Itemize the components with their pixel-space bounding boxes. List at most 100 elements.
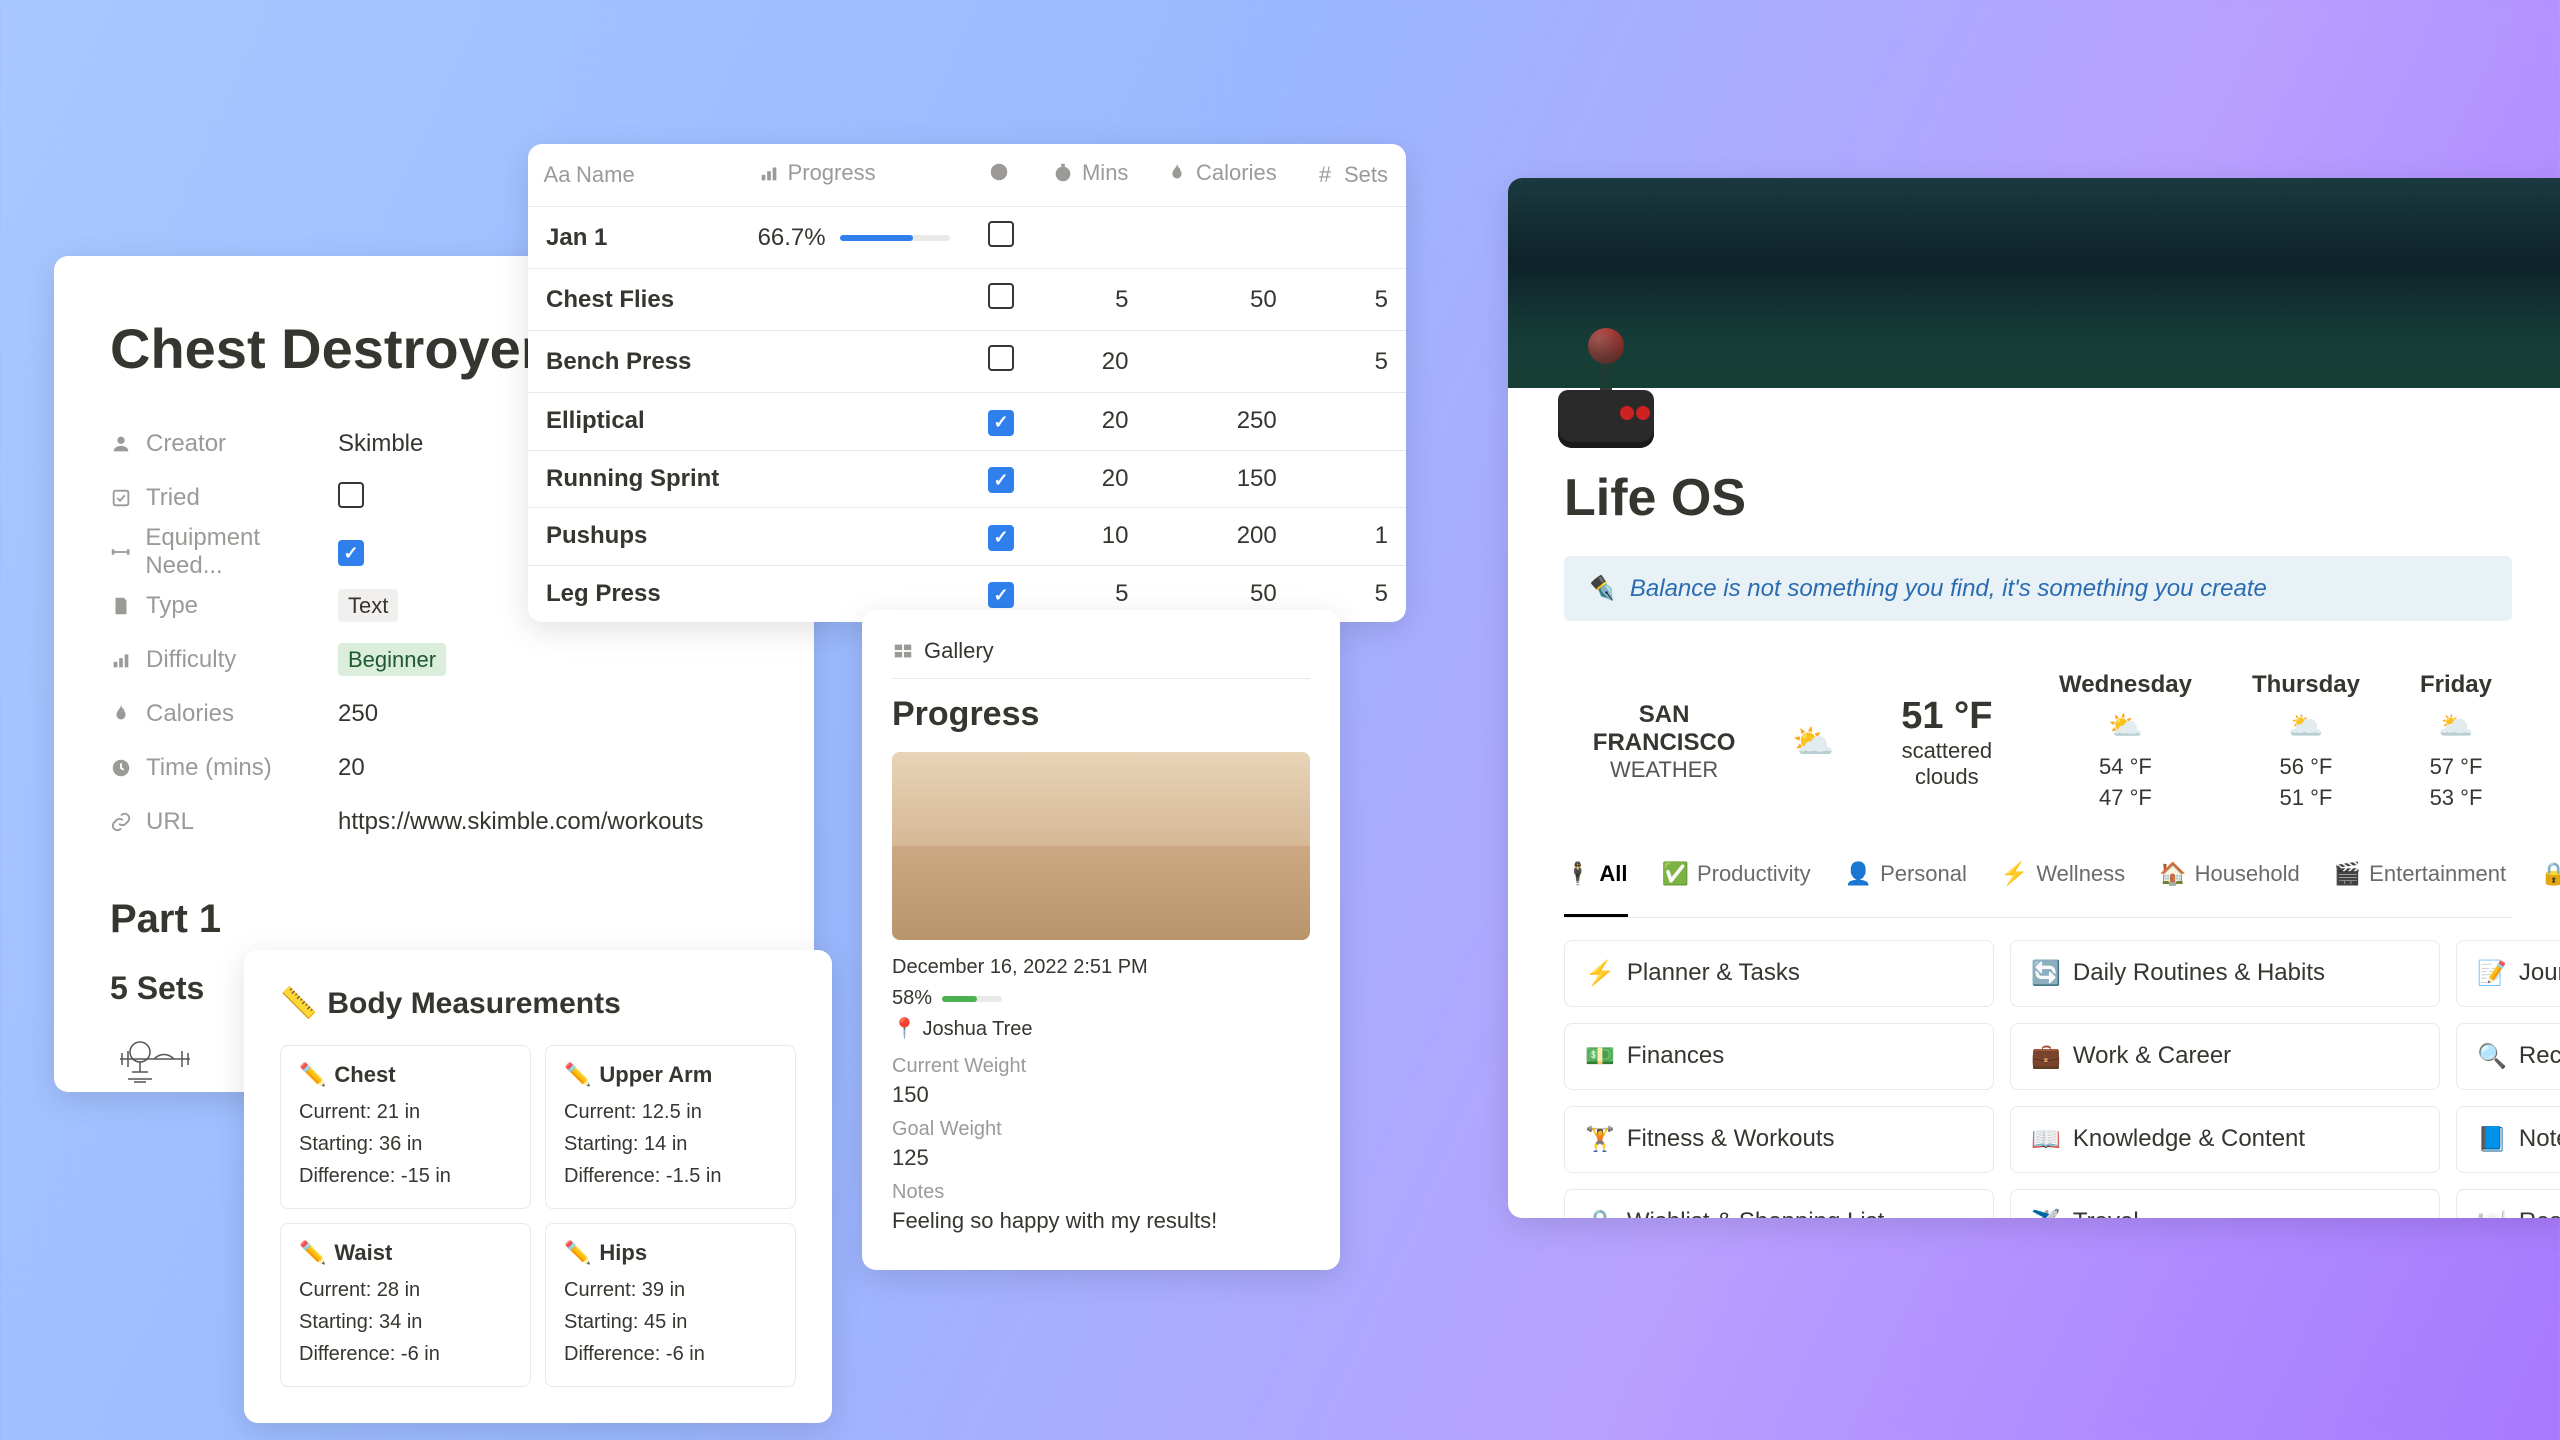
life-tab[interactable]: 🔒Out & About [2540, 848, 2560, 917]
life-tile[interactable]: 🍽️Restauran [2456, 1189, 2560, 1218]
done-checkbox[interactable] [988, 467, 1014, 493]
col-mins[interactable]: Mins [1033, 144, 1147, 207]
life-tab[interactable]: ✅Productivity [1662, 848, 1811, 917]
life-banner [1508, 178, 2560, 388]
life-tile[interactable]: 💼Work & Career [2010, 1023, 2440, 1090]
life-tab[interactable]: 👤Personal [1845, 848, 1967, 917]
prop-url: URL https://www.skimble.com/workouts [110, 795, 758, 849]
done-checkbox[interactable] [988, 582, 1014, 608]
table-row[interactable]: Bench Press205 [528, 331, 1406, 393]
tile-icon: 📝 [2477, 959, 2507, 988]
tried-checkbox[interactable] [338, 482, 364, 508]
tile-icon: 🔍 [2477, 1042, 2507, 1071]
person-icon [110, 433, 132, 455]
time-value[interactable]: 20 [338, 754, 365, 782]
life-tile[interactable]: 💵Finances [1564, 1023, 1994, 1090]
stopwatch-icon [1052, 162, 1074, 184]
measure-card[interactable]: ✏️Hips Current: 39 inStarting: 45 inDiff… [545, 1223, 796, 1387]
life-tile[interactable]: 📖Knowledge & Content [2010, 1106, 2440, 1173]
forecast-day: Wednesday⛅54 °F47 °F [2059, 671, 2192, 814]
measure-card[interactable]: ✏️Chest Current: 21 inStarting: 36 inDif… [280, 1045, 531, 1209]
tab-icon: 🎬 [2334, 861, 2361, 887]
hash-icon: # [1314, 164, 1336, 186]
table-row[interactable]: Chest Flies5505 [528, 269, 1406, 331]
tile-icon: ✈️ [2031, 1208, 2061, 1218]
forecast-day: Thursday🌥️56 °F51 °F [2252, 671, 2360, 814]
link-icon [110, 811, 132, 833]
life-tile[interactable]: 🏋️Fitness & Workouts [1564, 1106, 1994, 1173]
progress-location: 📍 Joshua Tree [892, 1016, 1310, 1041]
life-tile[interactable]: ✈️Travel [2010, 1189, 2440, 1218]
flame-icon [1166, 162, 1188, 184]
measure-card[interactable]: ✏️Waist Current: 28 inStarting: 34 inDif… [280, 1223, 531, 1387]
text-icon: Aa [546, 164, 568, 186]
bars-icon [110, 649, 132, 671]
measure-card[interactable]: ✏️Upper Arm Current: 12.5 inStarting: 14… [545, 1045, 796, 1209]
dumbbell-icon [110, 541, 131, 563]
barbell-illustration [110, 1027, 220, 1097]
equipment-checkbox[interactable] [338, 540, 364, 566]
weather-condition: scattered clouds [1883, 738, 2011, 790]
life-tile[interactable]: 📝Journal & [2456, 940, 2560, 1007]
life-tab[interactable]: 🕴️All [1564, 848, 1628, 917]
table-row[interactable]: Jan 166.7% [528, 207, 1406, 269]
body-title: 📏Body Measurements [280, 986, 796, 1021]
progress-photo[interactable] [892, 752, 1310, 940]
col-sets[interactable]: #Sets [1295, 144, 1406, 207]
col-name[interactable]: AaName [528, 144, 740, 207]
weather-city: SAN FRANCISCO [1584, 701, 1744, 757]
prop-difficulty: Difficulty Beginner [110, 633, 758, 687]
tile-icon: 🏋️ [1585, 1125, 1615, 1154]
table-row[interactable]: Elliptical20250 [528, 393, 1406, 451]
life-tile[interactable]: 📘Notebook [2456, 1106, 2560, 1173]
tile-icon: 🔄 [2031, 959, 2061, 988]
goal-weight-label: Goal Weight [892, 1118, 1310, 1141]
pencil-icon: ✏️ [564, 1240, 591, 1266]
progress-gallery-card: Gallery Progress December 16, 2022 2:51 … [862, 610, 1340, 1270]
life-tab[interactable]: ⚡Wellness [2001, 848, 2125, 917]
workout-table-card: AaName Progress Mins Calories #Sets Jan … [528, 144, 1406, 622]
life-os-card: Life OS ✒️ Balance is not something you … [1508, 178, 2560, 1218]
gallery-title: Progress [892, 695, 1310, 734]
tab-icon: 🔒 [2540, 861, 2560, 887]
done-checkbox[interactable] [988, 345, 1014, 371]
prop-time: Time (mins) 20 [110, 741, 758, 795]
done-checkbox[interactable] [988, 221, 1014, 247]
tab-icon: ✅ [1662, 861, 1689, 887]
creator-value[interactable]: Skimble [338, 430, 423, 458]
workout-table: AaName Progress Mins Calories #Sets Jan … [528, 144, 1406, 622]
progress-percent: 58% [892, 987, 1310, 1010]
life-tile[interactable]: 🔒Wishlist & Shopping List [1564, 1189, 1994, 1218]
gallery-tab[interactable]: Gallery [892, 638, 1310, 679]
joystick-icon [1558, 328, 1654, 448]
current-weight-value: 150 [892, 1082, 1310, 1108]
col-calories[interactable]: Calories [1146, 144, 1294, 207]
notes-value: Feeling so happy with my results! [892, 1208, 1310, 1234]
tab-icon: 👤 [1845, 861, 1872, 887]
done-checkbox[interactable] [988, 525, 1014, 551]
part-heading: Part 1 [110, 897, 758, 942]
tile-icon: 💼 [2031, 1042, 2061, 1071]
url-value[interactable]: https://www.skimble.com/workouts [338, 808, 703, 836]
done-checkbox[interactable] [988, 283, 1014, 309]
quote-icon: ✒️ [1586, 574, 1616, 603]
checkbox-icon [110, 487, 132, 509]
life-tab[interactable]: 🎬Entertainment [2334, 848, 2506, 917]
difficulty-tag[interactable]: Beginner [338, 643, 446, 676]
table-row[interactable]: Running Sprint20150 [528, 450, 1406, 508]
done-checkbox[interactable] [988, 410, 1014, 436]
weather-widget: SAN FRANCISCO WEATHER ⛅ 51 °F scattered … [1564, 661, 2512, 848]
gallery-icon [892, 640, 914, 662]
table-row[interactable]: Pushups102001 [528, 508, 1406, 566]
life-tab[interactable]: 🏠Household [2159, 848, 2300, 917]
life-tile[interactable]: 🔄Daily Routines & Habits [2010, 940, 2440, 1007]
pencil-icon: ✏️ [564, 1062, 591, 1088]
life-tile[interactable]: ⚡Planner & Tasks [1564, 940, 1994, 1007]
type-tag[interactable]: Text [338, 589, 398, 622]
col-progress[interactable]: Progress [740, 144, 971, 207]
life-tile[interactable]: 🔍Recipes & [2456, 1023, 2560, 1090]
weather-label: WEATHER [1584, 757, 1744, 783]
calories-value[interactable]: 250 [338, 700, 378, 728]
pin-icon: 📍 [892, 1018, 917, 1040]
col-done[interactable] [970, 144, 1033, 207]
